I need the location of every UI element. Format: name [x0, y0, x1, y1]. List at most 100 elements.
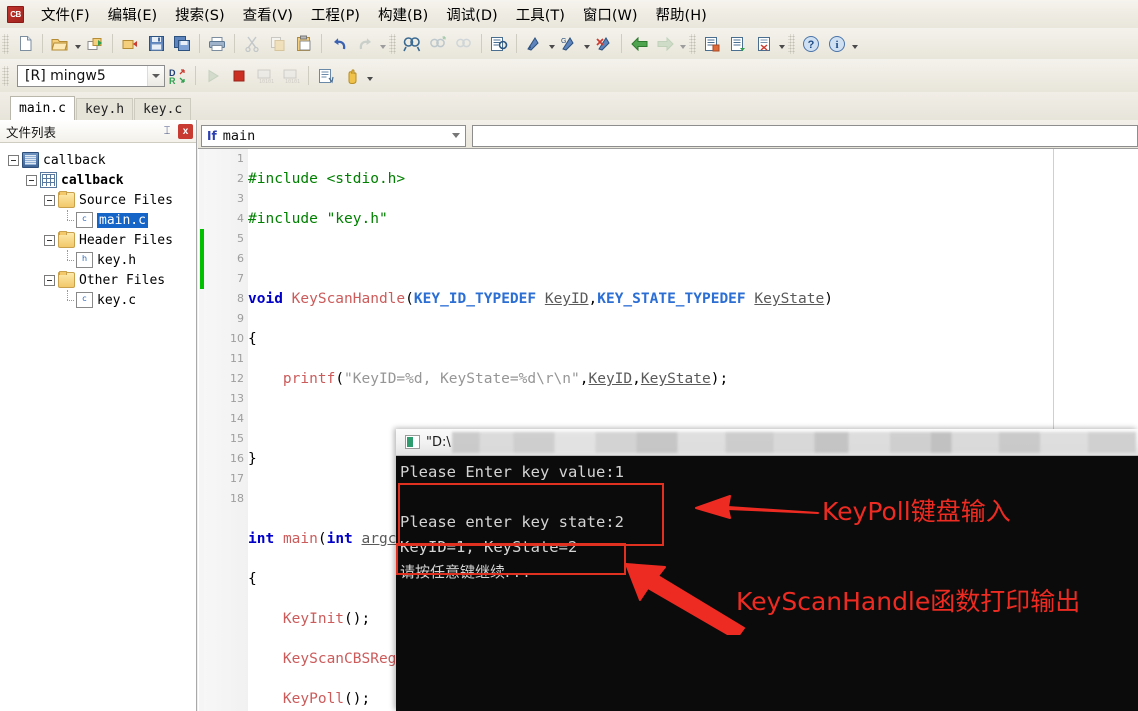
build-log-icon[interactable]	[314, 64, 338, 88]
menu-help[interactable]: 帮助(H)	[647, 1, 716, 28]
expander-icon[interactable]	[44, 194, 55, 206]
redo-icon[interactable]	[353, 32, 377, 56]
menu-edit[interactable]: 编辑(E)	[99, 1, 166, 28]
breakpoint-icon[interactable]: G	[557, 32, 581, 56]
open-file-icon[interactable]	[48, 32, 72, 56]
menu-search[interactable]: 搜索(S)	[166, 1, 234, 28]
toolbar-separator	[321, 34, 322, 53]
tree-connector	[62, 290, 76, 310]
back-icon[interactable]	[627, 32, 651, 56]
console-app-icon	[405, 435, 420, 449]
breakpoint-dropdown-arrow[interactable]	[582, 33, 591, 55]
debug-hand-icon[interactable]	[340, 64, 364, 88]
menu-build[interactable]: 构建(B)	[369, 1, 437, 28]
console-line: 请按任意键继续. . .	[400, 563, 529, 581]
find-next-icon[interactable]	[426, 32, 450, 56]
menu-tools[interactable]: 工具(T)	[507, 1, 574, 28]
paste-icon[interactable]	[292, 32, 316, 56]
tree-item-header-files[interactable]: Header Files	[4, 230, 196, 250]
clear-breakpoints-icon[interactable]	[592, 32, 616, 56]
find-prev-icon[interactable]	[452, 32, 476, 56]
menu-file[interactable]: 文件(F)	[32, 1, 99, 28]
help-dropdown-arrow[interactable]	[850, 33, 859, 55]
replace-icon[interactable]	[487, 32, 511, 56]
toolbar-separator	[516, 34, 517, 53]
scope-value: main	[222, 127, 256, 144]
help-icon[interactable]: ?	[799, 32, 823, 56]
pin-icon[interactable]: ⌶	[159, 123, 175, 139]
close-icon[interactable]: x	[178, 123, 193, 139]
tree-item-source-files[interactable]: Source Files	[4, 190, 196, 210]
tab-key-h[interactable]: key.h	[75, 98, 134, 120]
bookmark-icon[interactable]	[522, 32, 546, 56]
save-all-icon[interactable]	[170, 32, 194, 56]
console-line: KeyID=1, KeyState=2	[400, 538, 578, 556]
build-target-icon[interactable]: DR	[166, 64, 190, 88]
chevron-down-icon[interactable]	[147, 65, 164, 86]
new-file-icon[interactable]	[13, 32, 37, 56]
indent-icon[interactable]	[700, 32, 724, 56]
tree-item-workspace[interactable]: callback	[4, 150, 196, 170]
cut-icon[interactable]	[240, 32, 264, 56]
build-target-select[interactable]: [R] mingw5	[17, 64, 165, 87]
debug-dropdown-arrow[interactable]	[365, 65, 374, 87]
forward-icon[interactable]	[653, 32, 677, 56]
print-icon[interactable]	[205, 32, 229, 56]
unindent-icon[interactable]	[726, 32, 750, 56]
tree-item-project[interactable]: callback	[4, 170, 196, 190]
comment-icon[interactable]	[752, 32, 776, 56]
toolbar-grip[interactable]	[2, 65, 9, 86]
svg-text:10101: 10101	[259, 79, 274, 84]
open-file-dropdown-arrow[interactable]	[73, 33, 82, 55]
svg-text:G: G	[561, 38, 566, 45]
menu-window[interactable]: 窗口(W)	[574, 1, 647, 28]
close-file-icon[interactable]	[118, 32, 142, 56]
c-file-icon	[76, 292, 93, 308]
menu-debug[interactable]: 调试(D)	[437, 1, 506, 28]
panel-title: 文件列表	[6, 124, 57, 140]
step-into-icon[interactable]: 10101	[253, 64, 277, 88]
tab-main-c[interactable]: main.c	[10, 96, 75, 120]
menu-project[interactable]: 工程(P)	[302, 1, 369, 28]
copy-icon[interactable]	[266, 32, 290, 56]
console-window[interactable]: "D:\ Please Enter key value:1 Please ent…	[396, 429, 1138, 711]
expander-icon[interactable]	[8, 154, 19, 166]
run-icon[interactable]	[201, 64, 225, 88]
tab-key-c[interactable]: key.c	[134, 98, 192, 120]
find-icon[interactable]	[400, 32, 424, 56]
tree-item-main-c[interactable]: main.c	[4, 210, 196, 230]
line-number: 8	[237, 292, 244, 305]
tree-item-key-c[interactable]: key.c	[4, 290, 196, 310]
expander-icon[interactable]	[44, 234, 55, 246]
file-list-panel: 文件列表 ⌶ x callback callback Source Files	[0, 120, 197, 711]
toolbar-separator	[234, 34, 235, 53]
save-icon[interactable]	[144, 32, 168, 56]
toolbar-grip[interactable]	[389, 33, 396, 54]
line-number: 5	[237, 232, 244, 245]
toolbar-grip[interactable]	[788, 33, 795, 54]
tree-item-other-files[interactable]: Other Files	[4, 270, 196, 290]
undo-dropdown-arrow[interactable]	[378, 33, 387, 55]
tree-label: key.c	[97, 292, 137, 308]
open-recent-icon[interactable]	[83, 32, 107, 56]
expander-icon[interactable]	[44, 274, 55, 286]
expander-icon[interactable]	[26, 174, 37, 186]
undo-icon[interactable]	[327, 32, 351, 56]
stop-icon[interactable]	[227, 64, 251, 88]
toolbar-grip[interactable]	[2, 33, 9, 54]
step-over-icon[interactable]: 10101	[279, 64, 303, 88]
comment-dropdown-arrow[interactable]	[777, 33, 786, 55]
svg-text:i: i	[835, 39, 838, 51]
navigation-dropdown-arrow[interactable]	[678, 33, 687, 55]
console-title-bar[interactable]: "D:\	[396, 429, 1138, 456]
bookmark-dropdown-arrow[interactable]	[547, 33, 556, 55]
scope-secondary-select[interactable]	[472, 124, 1138, 147]
tree-item-key-h[interactable]: key.h	[4, 250, 196, 270]
toolbar-grip[interactable]	[689, 33, 696, 54]
chevron-down-icon[interactable]	[447, 125, 465, 146]
info-icon[interactable]: i	[825, 32, 849, 56]
project-tree: callback callback Source Files main.c	[0, 143, 196, 310]
menu-view[interactable]: 查看(V)	[234, 1, 302, 28]
scope-select[interactable]: If main	[201, 124, 466, 147]
function-icon: If	[207, 128, 217, 143]
